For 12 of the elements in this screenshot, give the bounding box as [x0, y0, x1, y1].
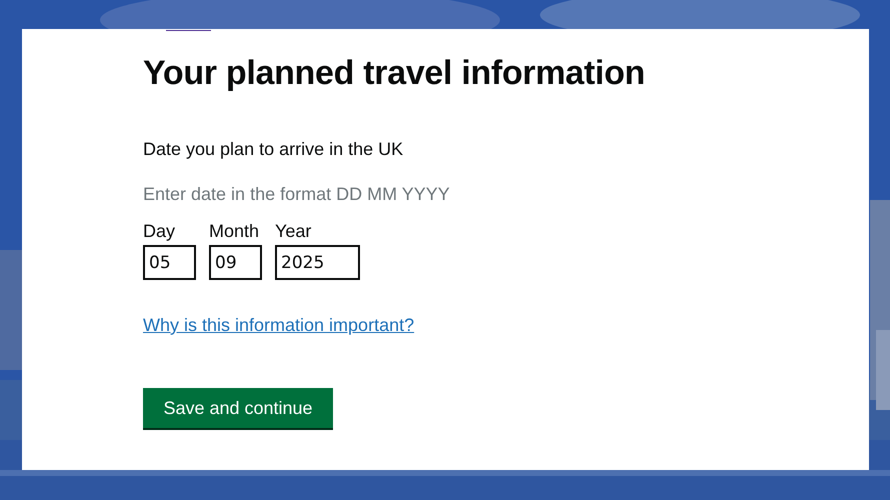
link-underline [166, 30, 211, 31]
input-label: Day [143, 220, 176, 243]
input-field[interactable]: 2025 [275, 245, 360, 280]
input-label: Month [209, 220, 260, 243]
input-field[interactable]: 09 [209, 245, 262, 280]
input-field[interactable]: 05 [143, 245, 196, 280]
field-hint: Enter date in the format DD MM YYYY [143, 183, 450, 206]
save-button[interactable]: Save and continue [143, 388, 333, 428]
page-title: Your planned travel information [143, 53, 646, 94]
input-label: Year [275, 220, 312, 243]
field-label: Date you plan to arrive in the UK [143, 138, 404, 161]
help-link[interactable]: Why is this information important? [143, 315, 414, 335]
